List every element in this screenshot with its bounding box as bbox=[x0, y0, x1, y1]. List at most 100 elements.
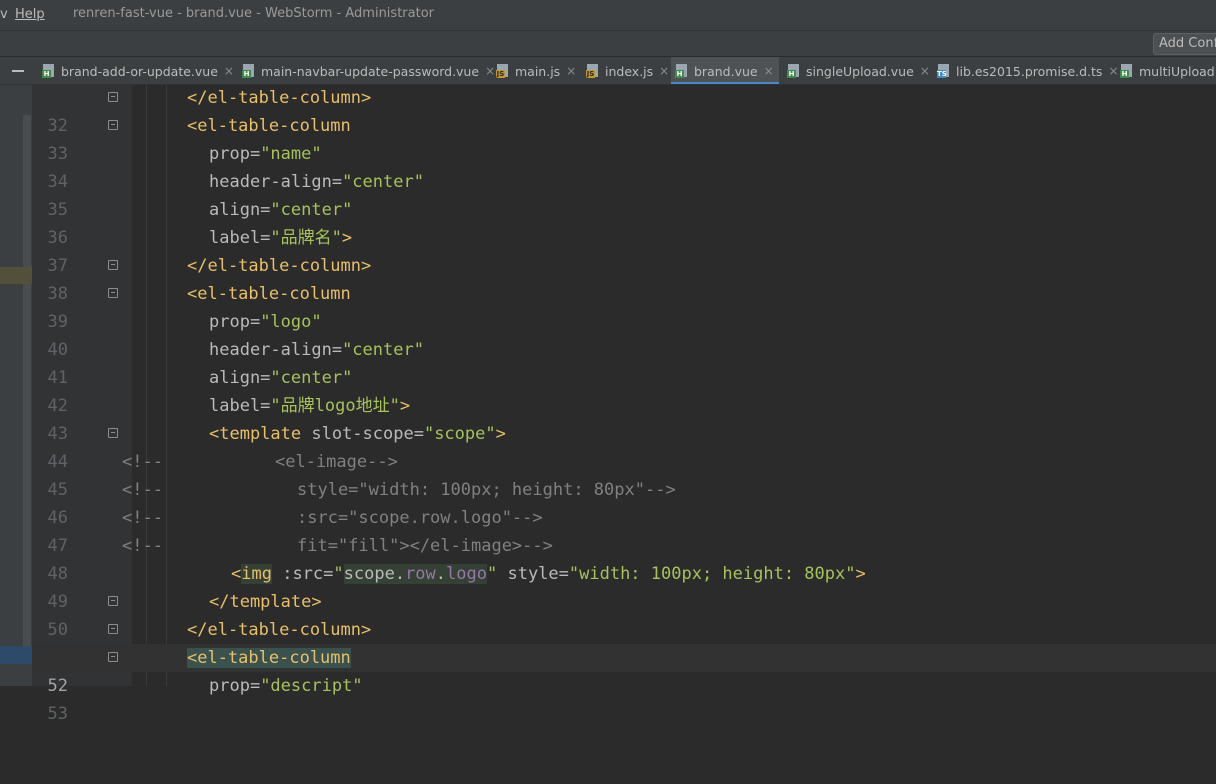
code-attribute: align= bbox=[209, 368, 271, 388]
code-editor[interactable]: 32 </el-table-column> 33 <el-table-colum… bbox=[32, 84, 1216, 724]
tab-label: multiUpload.vue bbox=[1139, 63, 1216, 79]
code-line[interactable]: 40 prop="logo" bbox=[32, 308, 1216, 360]
vue-file-icon: H bbox=[675, 64, 689, 78]
tab-label: singleUpload.vue bbox=[806, 63, 914, 79]
code-line[interactable]: 39 <el-table-column bbox=[32, 280, 1216, 332]
add-configuration-button[interactable]: Add Config bbox=[1153, 33, 1216, 55]
code-attribute: prop= bbox=[209, 676, 261, 696]
tab-single-upload[interactable]: H singleUpload.vue × bbox=[783, 57, 930, 84]
menu-item-partial[interactable]: v bbox=[0, 7, 8, 22]
code-line[interactable]: 53 prop="descript" bbox=[32, 672, 1216, 724]
code-line[interactable]: 43 label="品牌logo地址"> bbox=[32, 392, 1216, 444]
tab-main-navbar-update-password[interactable]: H main-navbar-update-password.vue × bbox=[238, 57, 495, 84]
code-expression: . bbox=[435, 564, 447, 584]
code-expression: row bbox=[405, 564, 436, 584]
close-icon[interactable]: × bbox=[764, 64, 774, 78]
code-line[interactable]: 48 <!-- fit="fill"></el-image>--> bbox=[32, 532, 1216, 584]
code-string: " bbox=[486, 564, 498, 584]
code-line[interactable]: 49 <img :src="scope.row.logo" style="wid… bbox=[32, 560, 1216, 612]
fold-marker-icon[interactable] bbox=[108, 92, 118, 102]
project-panel-scrollbar[interactable] bbox=[23, 115, 31, 655]
tab-multi-upload[interactable]: H multiUpload.vue bbox=[1116, 57, 1216, 84]
code-string: "center" bbox=[342, 340, 424, 360]
code-attribute: prop= bbox=[209, 144, 261, 164]
js-file-icon: JS bbox=[586, 64, 600, 78]
menu-item-help[interactable]: Help bbox=[15, 7, 45, 22]
tab-brand-add-or-update[interactable]: H brand-add-or-update.vue × bbox=[38, 57, 234, 84]
code-attribute: slot-scope= bbox=[301, 424, 424, 444]
code-line[interactable]: 33 <el-table-column bbox=[32, 112, 1216, 164]
code-line[interactable]: 51 </el-table-column> bbox=[32, 616, 1216, 668]
code-line[interactable]: 41 header-align="center" bbox=[32, 336, 1216, 388]
close-icon[interactable]: × bbox=[659, 64, 669, 78]
code-string: "logo" bbox=[260, 312, 322, 332]
code-tag-highlighted: img bbox=[241, 564, 272, 584]
fold-marker-icon[interactable] bbox=[108, 120, 118, 130]
left-tool-strip bbox=[0, 85, 32, 686]
code-string: "品牌logo地址" bbox=[270, 396, 400, 416]
tab-label: brand.vue bbox=[694, 63, 758, 79]
vue-file-icon: H bbox=[42, 64, 56, 78]
code-line[interactable]: 34 prop="name" bbox=[32, 140, 1216, 192]
fold-marker-icon[interactable] bbox=[108, 596, 118, 606]
line-number: 53 bbox=[47, 704, 68, 724]
code-line[interactable]: 37 label="品牌名"> bbox=[32, 224, 1216, 276]
code-line-current[interactable]: 52 <el-table-column bbox=[32, 644, 1216, 696]
code-line[interactable]: 32 </el-table-column> bbox=[32, 84, 1216, 136]
comment-marker: <!-- bbox=[122, 536, 163, 556]
tab-label: brand-add-or-update.vue bbox=[61, 63, 218, 79]
code-tag: <template bbox=[209, 424, 302, 444]
code-string: "center" bbox=[270, 200, 353, 220]
code-string: "scope" bbox=[423, 424, 496, 444]
code-string: "width: 100px; height: 80px" bbox=[568, 564, 856, 584]
close-icon[interactable]: × bbox=[566, 64, 576, 78]
selected-project-item-marker bbox=[0, 267, 32, 284]
code-line[interactable]: 50 </template> bbox=[32, 588, 1216, 640]
fold-marker-icon[interactable] bbox=[108, 288, 118, 298]
fold-marker-icon[interactable] bbox=[108, 428, 118, 438]
tab-index-js[interactable]: JS index.js × bbox=[582, 57, 669, 84]
code-tag: > bbox=[399, 396, 411, 416]
code-line[interactable]: 35 header-align="center" bbox=[32, 168, 1216, 220]
tab-label: lib.es2015.promise.d.ts bbox=[956, 63, 1103, 79]
tab-main-js[interactable]: JS main.js × bbox=[492, 57, 576, 84]
comment-marker: <!-- bbox=[122, 480, 163, 500]
code-attribute: style= bbox=[497, 564, 569, 584]
code-tag: < bbox=[231, 564, 242, 584]
selected-project-item-marker bbox=[0, 646, 32, 664]
code-tag: > bbox=[341, 228, 353, 248]
code-line[interactable]: 36 align="center" bbox=[32, 196, 1216, 248]
vue-file-icon: H bbox=[1120, 64, 1134, 78]
tab-lib-es2015-promise[interactable]: TS lib.es2015.promise.d.ts × bbox=[933, 57, 1119, 84]
code-string: "name" bbox=[260, 144, 322, 164]
fold-marker-icon[interactable] bbox=[108, 624, 118, 634]
code-attribute: label= bbox=[209, 228, 271, 248]
tab-label: index.js bbox=[605, 63, 654, 79]
tab-brand-vue[interactable]: H brand.vue × bbox=[671, 57, 779, 84]
fold-marker-icon[interactable] bbox=[108, 652, 118, 662]
code-line[interactable]: 44 <template slot-scope="scope"> bbox=[32, 420, 1216, 472]
fold-marker-icon[interactable] bbox=[108, 260, 118, 270]
vue-file-icon: H bbox=[242, 64, 256, 78]
code-tag: </el-table-column> bbox=[187, 620, 372, 640]
close-icon[interactable]: × bbox=[224, 64, 234, 78]
js-file-icon: JS bbox=[496, 64, 510, 78]
close-icon[interactable]: × bbox=[920, 64, 930, 78]
code-tag: </template> bbox=[209, 592, 322, 612]
code-tag: > bbox=[495, 424, 506, 444]
code-line[interactable]: 47 <!-- :src="scope.row.logo"--> bbox=[32, 504, 1216, 556]
code-line[interactable]: 38 </el-table-column> bbox=[32, 252, 1216, 304]
code-line[interactable]: 42 align="center" bbox=[32, 364, 1216, 416]
code-string: " bbox=[333, 564, 344, 584]
title-bar: v Help renren-fast-vue - brand.vue - Web… bbox=[0, 0, 1216, 30]
code-tag: > bbox=[855, 564, 866, 584]
code-attribute: :src= bbox=[271, 564, 334, 584]
code-tag: <el-table-column bbox=[187, 116, 351, 136]
code-string: "品牌名" bbox=[270, 228, 342, 248]
code-tag: </el-table-column> bbox=[187, 88, 372, 108]
code-line[interactable]: 46 <!-- style="width: 100px; height: 80p… bbox=[32, 476, 1216, 528]
code-line[interactable]: 45 <!-- <el-image--> bbox=[32, 448, 1216, 500]
minimize-icon[interactable] bbox=[12, 70, 24, 72]
code-comment: style="width: 100px; height: 80px"--> bbox=[297, 480, 676, 500]
tab-label: main.js bbox=[515, 63, 561, 79]
